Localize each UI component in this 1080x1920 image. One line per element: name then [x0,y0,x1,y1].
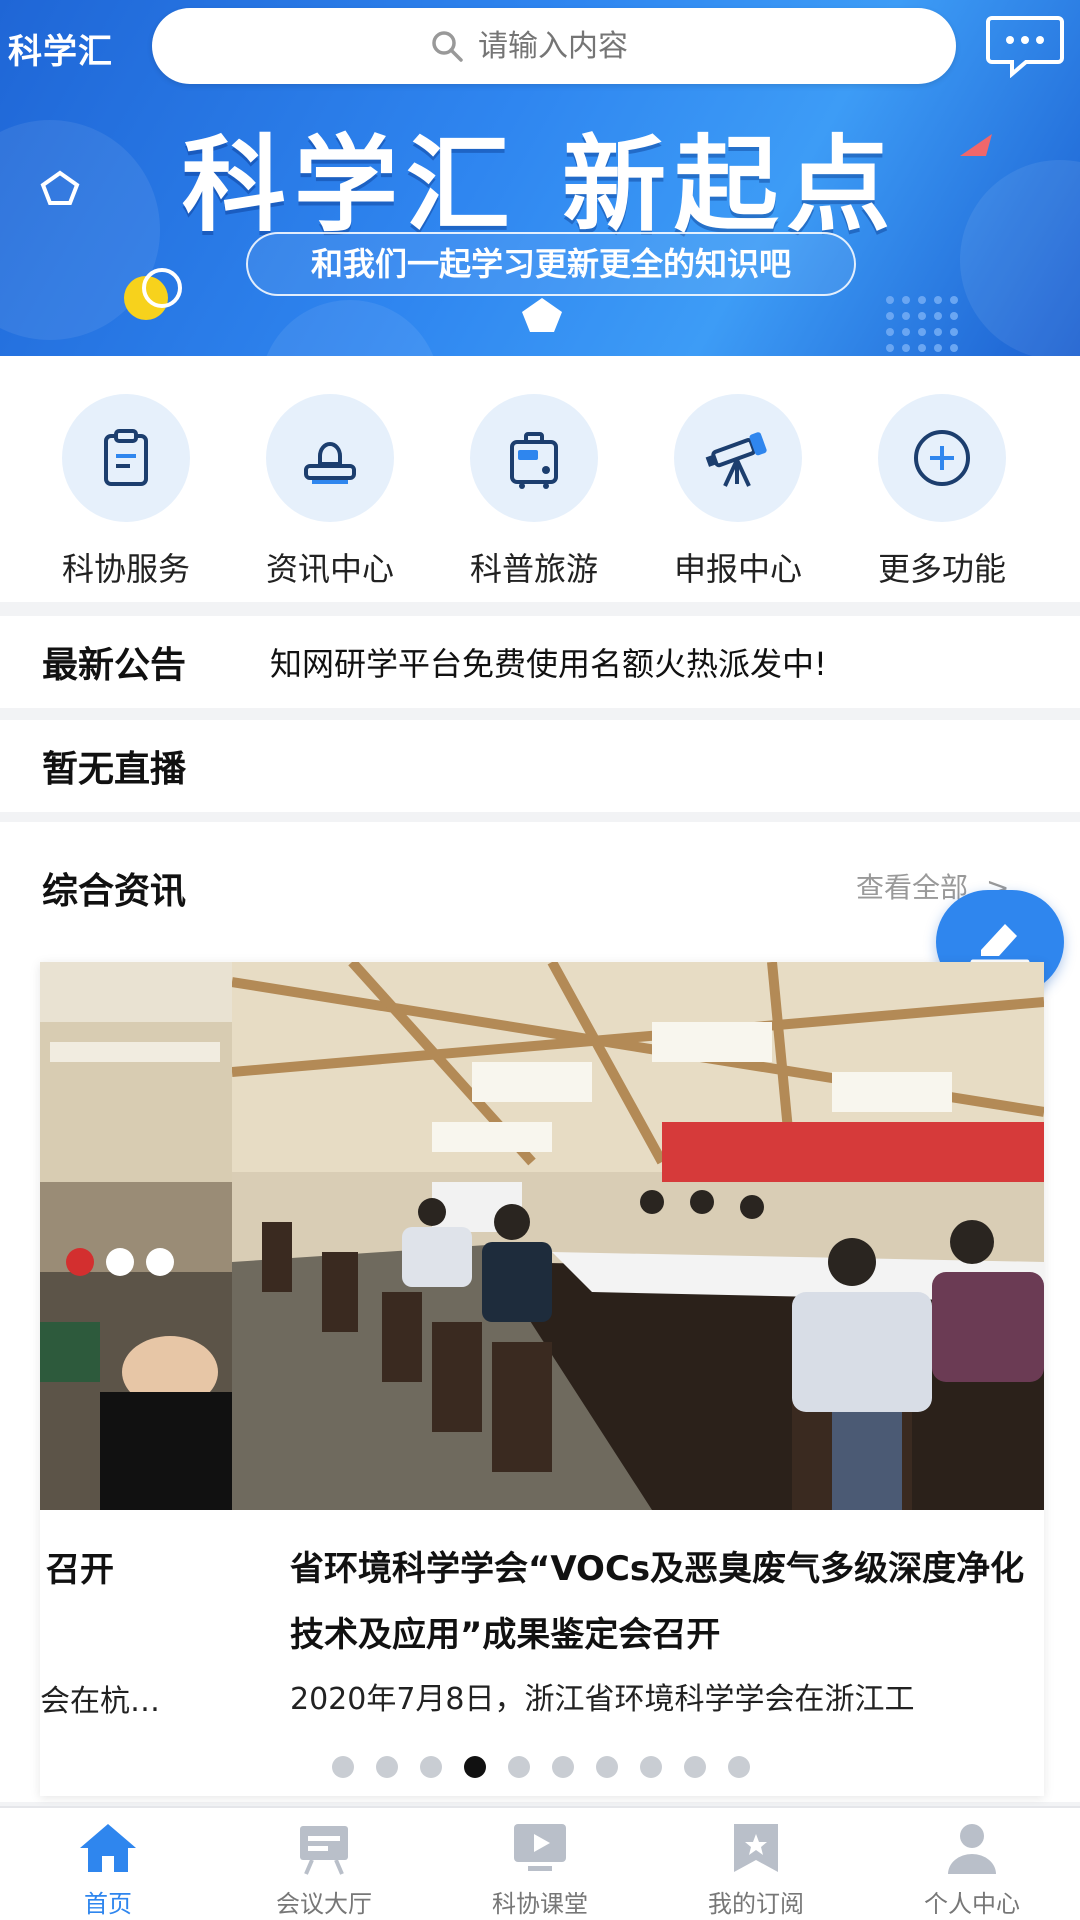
subscription-icon [734,1824,778,1872]
quick-icon-circle [62,394,190,522]
news-summary-prev: 会在杭… [40,1684,160,1719]
quick-icon-circle [674,394,802,522]
news-title[interactable]: 省环境科学学会“VOCs及恶臭废气多级深度净化技术及应用”成果鉴定会召开 [290,1536,1044,1668]
notice-bar[interactable]: 最新公告 知网研学平台免费使用名额火热派发中! [0,616,1080,708]
notice-label: 最新公告 [42,645,187,686]
user-stamp-icon [304,442,356,484]
carousel-dot[interactable] [332,1756,354,1778]
tab-label: 会议大厅 [276,1890,372,1918]
quick-item-label: 资讯中心 [265,550,394,588]
tab-label: 我的订阅 [708,1890,804,1918]
quick-menu: 科协服务 资讯中心 科普旅游 申报中心 更多功能 [0,356,1080,602]
clipboard-icon [104,429,148,486]
banner-subtitle: 和我们一起学习更新更全的知识吧 [246,232,856,296]
quick-item-label: 更多功能 [877,550,1006,588]
banner-decoration [260,300,440,356]
tab-label: 科协课堂 [492,1890,588,1918]
quick-item-news-center[interactable]: 资讯中心 [230,394,430,590]
news-summary: 2020年7月8日，浙江省环境科学学会在浙江工 [290,1682,915,1717]
news-image-prev[interactable] [40,962,232,1510]
carousel-dot-active[interactable] [464,1756,486,1778]
app-title: 科学汇 [8,32,113,72]
quick-icon-circle [878,394,1006,522]
home-icon [80,1824,136,1872]
quick-item-label: 科普旅游 [469,550,598,588]
circles-decoration-icon [124,268,182,320]
dots-grid-decoration-icon [886,296,958,352]
tab-label: 个人中心 [924,1890,1020,1918]
tab-profile[interactable]: 个人中心 [864,1808,1080,1920]
carousel-dot[interactable] [420,1756,442,1778]
search-input[interactable] [478,28,678,64]
tab-meeting-hall[interactable]: 会议大厅 [216,1808,432,1920]
quick-item-more-functions[interactable]: 更多功能 [842,394,1042,590]
quick-item-label: 申报中心 [673,550,802,588]
quick-item-label: 科协服务 [61,550,190,588]
carousel-dot[interactable] [684,1756,706,1778]
meeting-hall-icon [300,1826,348,1875]
video-class-icon [514,1824,566,1871]
tab-my-subscription[interactable]: 我的订阅 [648,1808,864,1920]
quick-item-application-center[interactable]: 申报中心 [638,394,838,590]
carousel-dot[interactable] [640,1756,662,1778]
quick-icon-circle [266,394,394,522]
carousel-dot[interactable] [376,1756,398,1778]
tab-science-class[interactable]: 科协课堂 [432,1808,648,1920]
quick-item-science-service[interactable]: 科协服务 [26,394,226,590]
carousel-dot[interactable] [508,1756,530,1778]
conference-photo [232,962,1044,1510]
suitcase-icon [510,432,558,489]
carousel-dot[interactable] [728,1756,750,1778]
search-icon [432,31,463,62]
message-icon[interactable] [986,14,1064,78]
section-title: 综合资讯 [42,871,187,912]
live-bar: 暂无直播 [0,720,1080,812]
plus-circle-icon [914,430,970,486]
quick-item-science-tourism[interactable]: 科普旅游 [434,394,634,590]
view-all-label: 查看全部 [856,871,969,904]
telescope-icon [705,432,767,487]
carousel-indicator [332,1756,750,1778]
pentagon-decoration-icon [522,298,562,332]
quick-icon-circle [470,394,598,522]
news-image-current[interactable] [232,962,1044,1510]
conference-photo [40,962,232,1510]
bottom-tab-bar: 首页 会议大厅 科协课堂 我的订阅 个人中心 [0,1806,1080,1920]
tab-label: 首页 [84,1890,132,1918]
notice-text[interactable]: 知网研学平台免费使用名额火热派发中! [270,639,827,685]
tab-home[interactable]: 首页 [0,1808,216,1920]
news-title-prev[interactable]: 召开 [46,1542,114,1591]
live-status: 暂无直播 [42,749,187,790]
header-banner: 科学汇 科学汇 新起点 和我们一起学习更新更全的知识吧 [0,0,1080,356]
search-bar[interactable] [152,8,956,84]
news-carousel[interactable]: 召开 会在杭… 省环境科学学会“VOCs及恶臭废气多级深度净化技术及应用”成果鉴… [40,962,1044,1796]
carousel-dot[interactable] [552,1756,574,1778]
carousel-dot[interactable] [596,1756,618,1778]
profile-icon [948,1824,996,1874]
banner-slogan: 科学汇 新起点 [181,124,899,246]
